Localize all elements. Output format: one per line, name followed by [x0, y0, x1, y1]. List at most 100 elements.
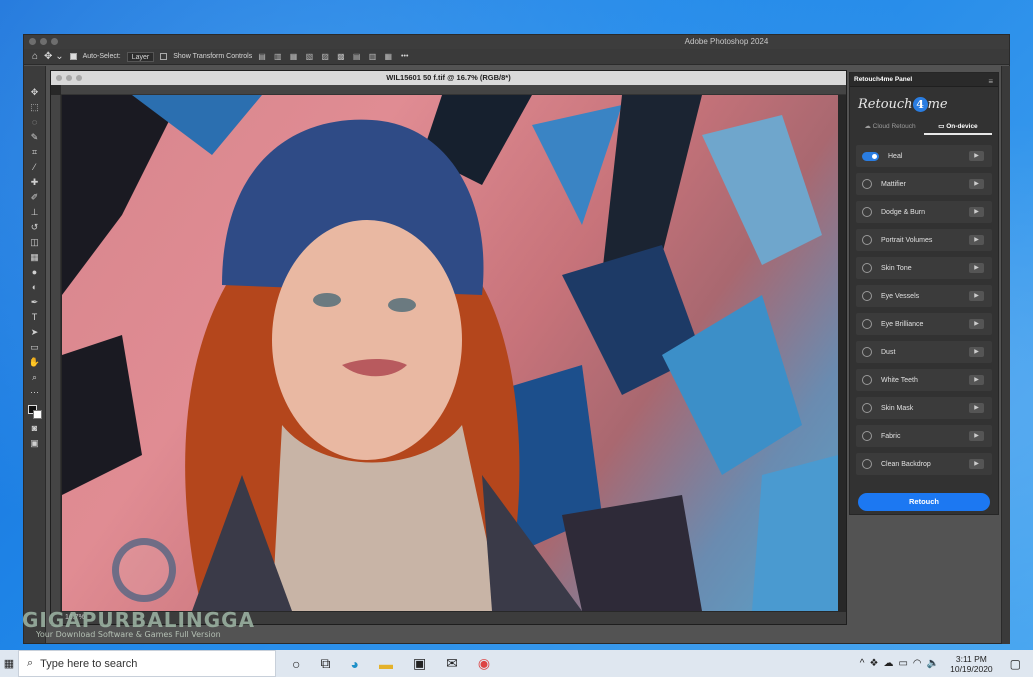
transform-controls-label: Show Transform Controls: [173, 53, 253, 60]
retouch-button[interactable]: Retouch: [858, 493, 990, 511]
options-bar: ⌂ ✥ ⌄ Auto-Select: Layer Show Transform …: [24, 49, 1009, 65]
play-icon[interactable]: ▶: [969, 235, 984, 245]
white-teeth-toggle[interactable]: [862, 375, 872, 385]
play-icon[interactable]: ▶: [969, 459, 984, 469]
portrait-volumes-toggle[interactable]: [862, 235, 872, 245]
plugin-mattifier[interactable]: Mattifier ▶: [856, 173, 992, 195]
plugin-heal[interactable]: Heal ▶: [856, 145, 992, 167]
mattifier-toggle[interactable]: [862, 179, 872, 189]
crop-tool-icon[interactable]: ⌗: [29, 146, 41, 158]
collapsed-panel-strip[interactable]: [1001, 66, 1010, 644]
shape-tool-icon[interactable]: ▭: [29, 341, 41, 353]
document-tab[interactable]: WIL15601 50 f.tif @ 16.7% (RGB/8*): [51, 71, 846, 85]
play-icon[interactable]: ▶: [969, 151, 984, 161]
eye-brilliance-toggle[interactable]: [862, 319, 872, 329]
fabric-toggle[interactable]: [862, 431, 872, 441]
type-tool-icon[interactable]: T: [29, 311, 41, 323]
plugin-eye-vessels[interactable]: Eye Vessels ▶: [856, 285, 992, 307]
store-icon[interactable]: ▣: [413, 655, 426, 672]
blur-tool-icon[interactable]: ●: [29, 266, 41, 278]
plugin-fabric[interactable]: Fabric ▶: [856, 425, 992, 447]
play-icon[interactable]: ▶: [969, 207, 984, 217]
align-icons[interactable]: ▤ ▥ ▦ ▧ ▨ ▩ ▤ ▥ ▦: [258, 52, 395, 61]
plugin-dust[interactable]: Dust ▶: [856, 341, 992, 363]
hand-tool-icon[interactable]: ✋: [29, 356, 41, 368]
dodge-burn-toggle[interactable]: [862, 207, 872, 217]
tab-on-device[interactable]: ▭ On-device: [924, 121, 992, 135]
windows-start-icon[interactable]: ▦: [0, 657, 18, 670]
lasso-tool-icon[interactable]: ◌: [29, 116, 41, 128]
play-icon[interactable]: ▶: [969, 403, 984, 413]
edge-icon[interactable]: ◕: [350, 656, 358, 672]
dodge-tool-icon[interactable]: ◐: [29, 281, 41, 293]
dust-toggle[interactable]: [862, 347, 872, 357]
network-icon[interactable]: ◠: [913, 658, 922, 669]
transform-controls-checkbox[interactable]: [160, 53, 168, 60]
auto-select-checkbox[interactable]: [69, 53, 77, 60]
vertical-ruler[interactable]: [51, 95, 61, 612]
healing-brush-icon[interactable]: ✚: [29, 176, 41, 188]
play-icon[interactable]: ▶: [969, 291, 984, 301]
stamp-tool-icon[interactable]: ⊥: [29, 206, 41, 218]
brush-tool-icon[interactable]: ✐: [29, 191, 41, 203]
task-view-icon[interactable]: ⧉: [320, 655, 330, 672]
plugin-portrait-volumes[interactable]: Portrait Volumes ▶: [856, 229, 992, 251]
skin-mask-toggle[interactable]: [862, 403, 872, 413]
home-icon[interactable]: ⌂: [32, 51, 38, 62]
play-icon[interactable]: ▶: [969, 431, 984, 441]
dropbox-icon[interactable]: ❖: [870, 658, 879, 669]
marquee-tool-icon[interactable]: ⬚: [29, 101, 41, 113]
horizontal-ruler[interactable]: [61, 85, 846, 95]
eye-vessels-toggle[interactable]: [862, 291, 872, 301]
chrome-icon[interactable]: ◉: [478, 655, 490, 672]
more-options-button[interactable]: •••: [401, 53, 408, 60]
mail-icon[interactable]: ✉: [446, 655, 458, 672]
plugin-eye-brilliance[interactable]: Eye Brilliance ▶: [856, 313, 992, 335]
quick-select-icon[interactable]: ✎: [29, 131, 41, 143]
chevron-up-icon[interactable]: ^: [860, 658, 865, 669]
move-tool-icon[interactable]: ✥: [29, 86, 41, 98]
play-icon[interactable]: ▶: [969, 179, 984, 189]
panel-menu-icon[interactable]: ≡: [988, 75, 993, 89]
more-tools-icon[interactable]: ⋯: [29, 386, 41, 398]
skin-tone-toggle[interactable]: [862, 263, 872, 273]
battery-icon[interactable]: ▭: [898, 658, 907, 669]
pen-tool-icon[interactable]: ✒: [29, 296, 41, 308]
plugin-dodge-burn[interactable]: Dodge & Burn ▶: [856, 201, 992, 223]
plugin-skin-mask[interactable]: Skin Mask ▶: [856, 397, 992, 419]
zoom-tool-icon[interactable]: ⌕: [29, 371, 41, 383]
doc-window-controls[interactable]: [56, 75, 82, 81]
clock[interactable]: 3:11 PM 10/19/2020: [950, 654, 993, 674]
eraser-icon[interactable]: ◫: [29, 236, 41, 248]
taskbar-search[interactable]: ⌕ Type here to search: [18, 650, 276, 677]
plugin-skin-tone[interactable]: Skin Tone ▶: [856, 257, 992, 279]
quick-mask-icon[interactable]: ◙: [29, 422, 41, 434]
app-title: Adobe Photoshop 2024: [684, 37, 769, 46]
onedrive-icon[interactable]: ☁: [883, 658, 893, 669]
heal-toggle[interactable]: [862, 151, 879, 161]
history-brush-icon[interactable]: ↺: [29, 221, 41, 233]
notification-icon[interactable]: ▢: [1010, 657, 1021, 671]
auto-select-dropdown[interactable]: Layer: [126, 51, 155, 62]
play-icon[interactable]: ▶: [969, 347, 984, 357]
image-canvas[interactable]: [62, 95, 838, 611]
gradient-icon[interactable]: ▦: [29, 251, 41, 263]
panel-tab[interactable]: Retouch4me Panel ≡: [850, 73, 998, 87]
color-swatches[interactable]: [27, 405, 42, 419]
move-tool-icon[interactable]: ✥ ⌄: [44, 51, 64, 62]
play-icon[interactable]: ▶: [969, 375, 984, 385]
play-icon[interactable]: ▶: [969, 263, 984, 273]
path-select-icon[interactable]: ➤: [29, 326, 41, 338]
portrait-photo: [62, 95, 838, 611]
auto-select-label: Auto-Select:: [82, 53, 121, 60]
file-explorer-icon[interactable]: ▬: [379, 656, 393, 672]
tab-cloud-retouch[interactable]: ☁ Cloud Retouch: [856, 121, 924, 135]
volume-icon[interactable]: 🔈: [927, 658, 939, 669]
cortana-icon[interactable]: ○: [292, 656, 300, 672]
eyedropper-icon[interactable]: ⁄: [29, 161, 41, 173]
plugin-white-teeth[interactable]: White Teeth ▶: [856, 369, 992, 391]
plugin-clean-backdrop[interactable]: Clean Backdrop ▶: [856, 453, 992, 475]
screen-mode-icon[interactable]: ▣: [29, 437, 41, 449]
clean-backdrop-toggle[interactable]: [862, 459, 872, 469]
play-icon[interactable]: ▶: [969, 319, 984, 329]
